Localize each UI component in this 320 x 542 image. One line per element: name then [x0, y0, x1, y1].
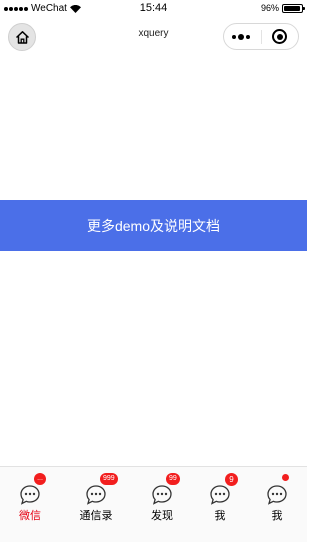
- tab-badge: 999: [100, 473, 118, 485]
- tab-icon-container: 99: [151, 473, 180, 506]
- mini-program-capsule: [223, 23, 299, 50]
- chat-icon: [20, 485, 40, 505]
- tab-label: 我: [271, 510, 283, 522]
- battery-icon: [282, 3, 305, 13]
- tab-icon-container: 999: [85, 473, 118, 506]
- tab-wechat[interactable]: ... 微信: [10, 473, 50, 522]
- chat-icon: [267, 485, 287, 505]
- tab-icon-container: [266, 474, 289, 506]
- tab-icon-container: ...: [19, 473, 46, 506]
- tab-label: 通信录: [79, 510, 113, 522]
- tab-badge: ...: [34, 473, 46, 485]
- capsule-divider: [261, 30, 262, 44]
- status-right: 96%: [260, 3, 305, 13]
- tab-label: 我: [214, 510, 226, 522]
- tab-dot-badge: [282, 474, 289, 481]
- tab-me[interactable]: 9 我: [200, 473, 240, 522]
- nav-bar: xquery: [0, 17, 307, 55]
- tab-label: 发现: [151, 510, 173, 522]
- tab-icon-container: 9: [209, 473, 238, 506]
- more-demo-button[interactable]: 更多demo及说明文档: [0, 200, 307, 251]
- tab-me-2[interactable]: 我: [257, 474, 297, 522]
- tab-label: 微信: [19, 510, 41, 522]
- status-bar: WeChat 15:44 96%: [0, 0, 307, 17]
- chat-icon: [86, 485, 106, 505]
- chat-icon: [152, 485, 172, 505]
- chat-icon: [210, 485, 230, 505]
- tab-bar: ... 微信 999 通信录 99 发现 9 我 我: [0, 466, 307, 542]
- battery-percent: 96%: [260, 3, 279, 13]
- more-icon[interactable]: [232, 34, 250, 40]
- tab-contacts[interactable]: 999 通信录: [76, 473, 118, 522]
- tab-badge: 99: [166, 473, 180, 485]
- tab-discover[interactable]: 99 发现: [142, 473, 182, 522]
- tab-badge: 9: [225, 473, 238, 486]
- close-mini-program-icon[interactable]: [272, 29, 287, 44]
